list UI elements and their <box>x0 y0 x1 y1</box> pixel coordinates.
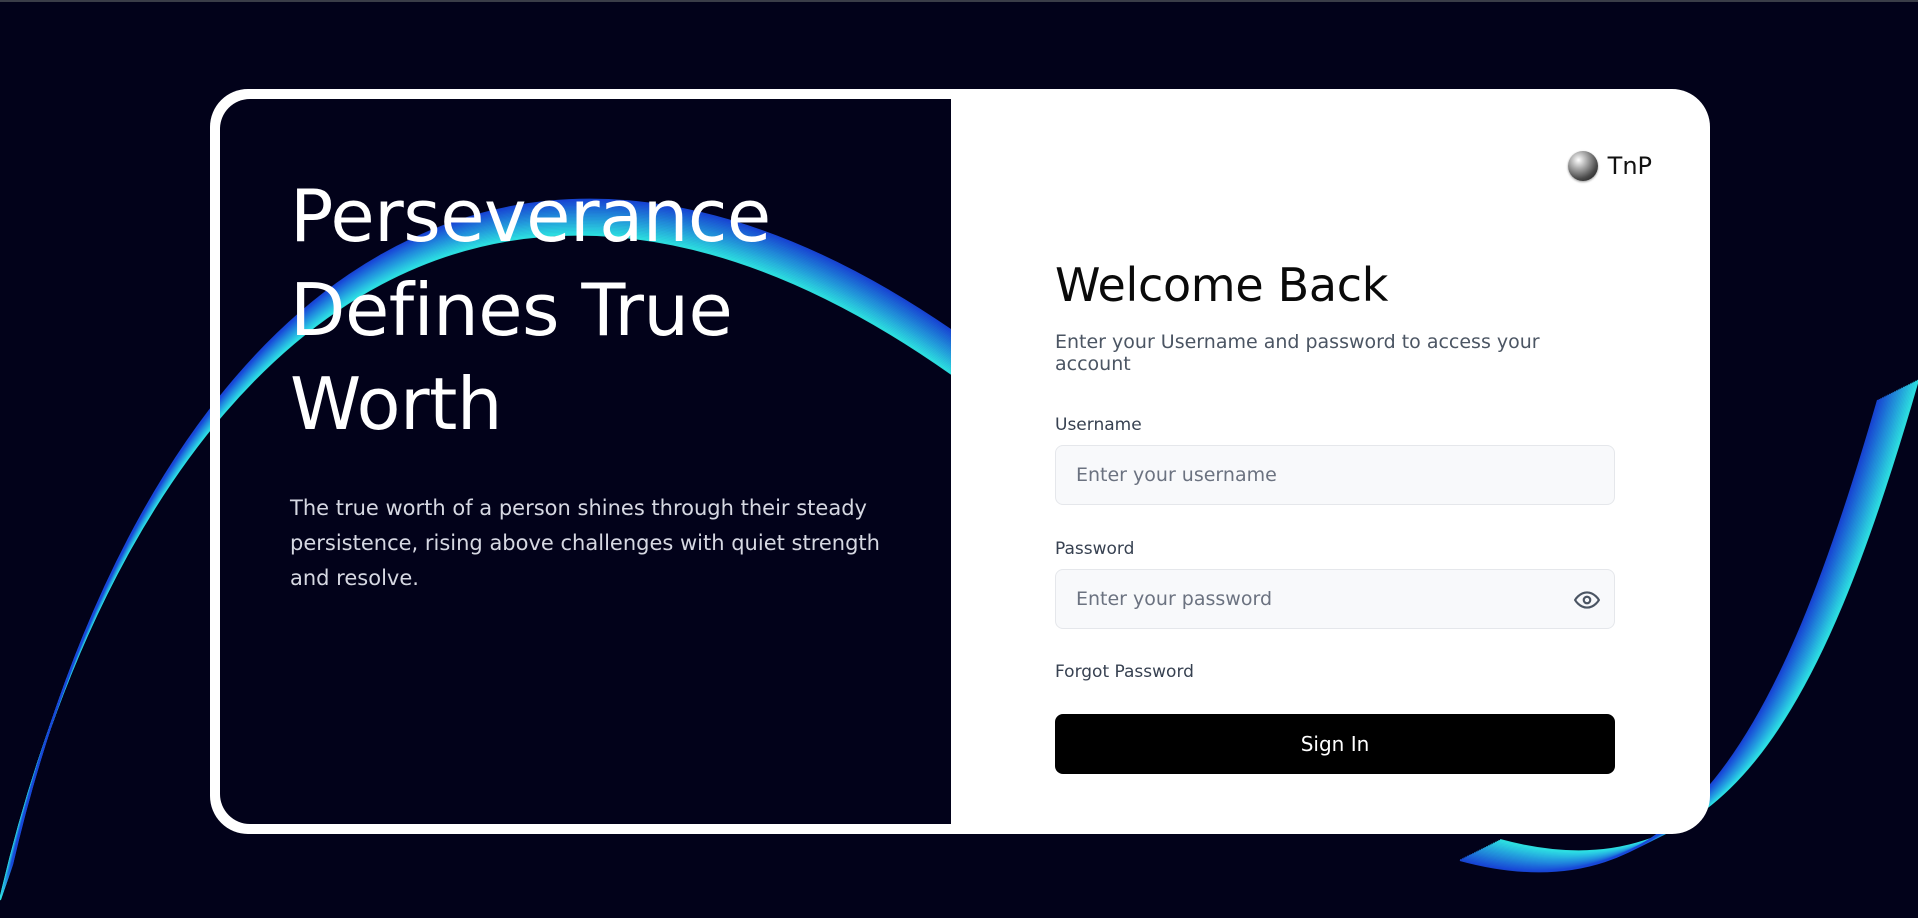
username-input[interactable] <box>1056 446 1614 504</box>
login-form: Welcome Back Enter your Username and pas… <box>1055 257 1615 774</box>
forgot-password-link[interactable]: Forgot Password <box>1055 662 1615 682</box>
brand: TnP <box>1567 151 1652 181</box>
hero-headline: Perseverance Defines True Worth <box>290 169 910 451</box>
login-card: Perseverance Defines True Worth The true… <box>210 89 1710 834</box>
password-label: Password <box>1055 539 1135 559</box>
hero-panel: Perseverance Defines True Worth The true… <box>220 99 951 824</box>
sphere-logo-icon <box>1567 151 1598 181</box>
password-input[interactable] <box>1056 570 1614 628</box>
hero-headline-line: Perseverance <box>290 174 771 258</box>
username-label: Username <box>1055 415 1142 435</box>
password-field <box>1055 569 1615 629</box>
hero-headline-line: Worth <box>290 362 503 446</box>
sign-in-button[interactable]: Sign In <box>1055 714 1615 774</box>
form-subtitle: Enter your Username and password to acce… <box>1055 331 1540 375</box>
brand-name: TnP <box>1607 152 1652 180</box>
hero-headline-line: Defines True <box>290 268 733 352</box>
eye-icon[interactable] <box>1574 587 1600 613</box>
form-title: Welcome Back <box>1055 258 1389 312</box>
username-field <box>1055 445 1615 505</box>
hero-tagline: The true worth of a person shines throug… <box>290 496 880 590</box>
